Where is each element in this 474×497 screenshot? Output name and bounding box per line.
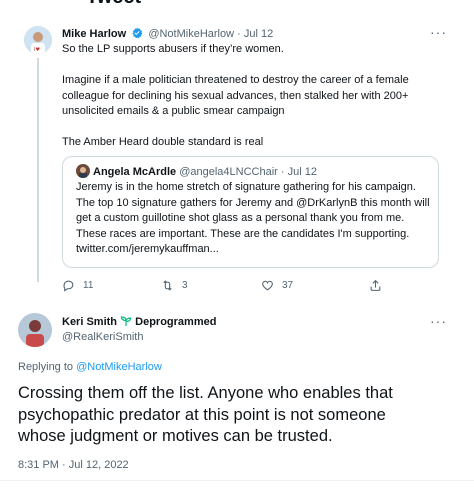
tweet-line: whose judgment or motives can be trusted… <box>18 427 333 445</box>
share-icon <box>370 279 381 291</box>
quote-avatar-image <box>76 164 90 178</box>
tweet-line: So the LP supports abusers if they’re wo… <box>62 43 284 55</box>
tweet-body: So the LP supports abusers if they’re wo… <box>62 42 442 151</box>
more-options-icon[interactable]: ··· <box>430 24 447 40</box>
quote-line: twitter.com/jeremykauffman... <box>76 243 219 255</box>
tweet-line: psychopathic predator at this point is n… <box>18 405 386 424</box>
reply-icon <box>63 280 74 292</box>
retweet-button[interactable]: 3 <box>161 279 188 292</box>
heart-icon <box>262 280 273 291</box>
replying-to-line: Replying to @NotMikeHarlow <box>18 361 162 373</box>
separator-dot: · <box>237 28 241 40</box>
separator-dot: · <box>280 166 285 178</box>
avatar[interactable] <box>18 313 52 347</box>
quote-date: Jul 12 <box>287 166 317 178</box>
svg-text:I♥: I♥ <box>34 47 40 53</box>
author-handle[interactable]: @NotMikeHarlow <box>148 28 234 40</box>
quote-line: Jeremy is in the home stretch of signatu… <box>76 181 416 193</box>
quote-author-name: Angela McArdle <box>93 166 177 178</box>
tweet-line: colleague for declining his sexual advan… <box>62 89 409 102</box>
quote-line: get a custom guillotine shot glass as a … <box>76 212 405 224</box>
share-button[interactable] <box>369 279 382 292</box>
reply-count: 11 <box>83 280 94 291</box>
tweet-author-line: Mike Harlow @NotMikeHarlow · Jul 12 <box>62 27 273 41</box>
quote-line: These races are important. These are the… <box>76 227 410 240</box>
quote-line: The top 10 signature gathers for Jeremy … <box>76 196 430 209</box>
replying-to-handle-link[interactable]: @NotMikeHarlow <box>76 361 162 373</box>
sprout-icon <box>120 315 132 327</box>
author-badge-text: Deprogrammed <box>135 316 217 328</box>
reply-button[interactable]: 11 <box>62 279 93 292</box>
avatar[interactable]: I♥ <box>24 26 52 54</box>
tweet-line: Crossing them off the list. Anyone who e… <box>18 384 393 402</box>
page-title: Tweet <box>86 0 141 9</box>
tweet-line: Imagine if a male politician threatened … <box>62 74 409 86</box>
author-handle[interactable]: @RealKeriSmith <box>62 330 143 344</box>
quote-body: Jeremy is in the home stretch of signatu… <box>76 180 436 258</box>
tweet-timestamp[interactable]: 8:31 PM · Jul 12, 2022 <box>18 459 129 471</box>
avatar-image: I♥ <box>24 26 52 54</box>
more-options-icon[interactable]: ··· <box>430 313 447 329</box>
tweet-author-line: Keri Smith Deprogrammed <box>62 315 216 329</box>
tweet-body: Crossing them off the list. Anyone who e… <box>18 383 468 448</box>
quote-author-line: Angela McArdle @angela4LNCChair · Jul 12 <box>93 165 317 179</box>
verified-badge-icon <box>131 27 143 39</box>
author-name[interactable]: Keri Smith <box>62 316 117 328</box>
like-count: 37 <box>282 280 294 291</box>
avatar-image <box>18 313 52 347</box>
tweet-line: unsolicited emails & a public smear camp… <box>62 105 285 117</box>
tweet-line: The Amber Heard double standard is real <box>62 136 264 148</box>
retweet-icon <box>163 280 172 291</box>
like-button[interactable]: 37 <box>261 279 293 292</box>
retweet-count: 3 <box>182 280 188 291</box>
divider <box>0 480 474 481</box>
replying-to-label: Replying to <box>18 361 74 373</box>
thread-line <box>37 58 39 282</box>
quote-author-handle: @angela4LNCChair <box>179 166 278 178</box>
tweet-date[interactable]: Jul 12 <box>244 28 273 40</box>
author-name[interactable]: Mike Harlow <box>62 28 126 40</box>
quote-avatar <box>76 164 90 178</box>
